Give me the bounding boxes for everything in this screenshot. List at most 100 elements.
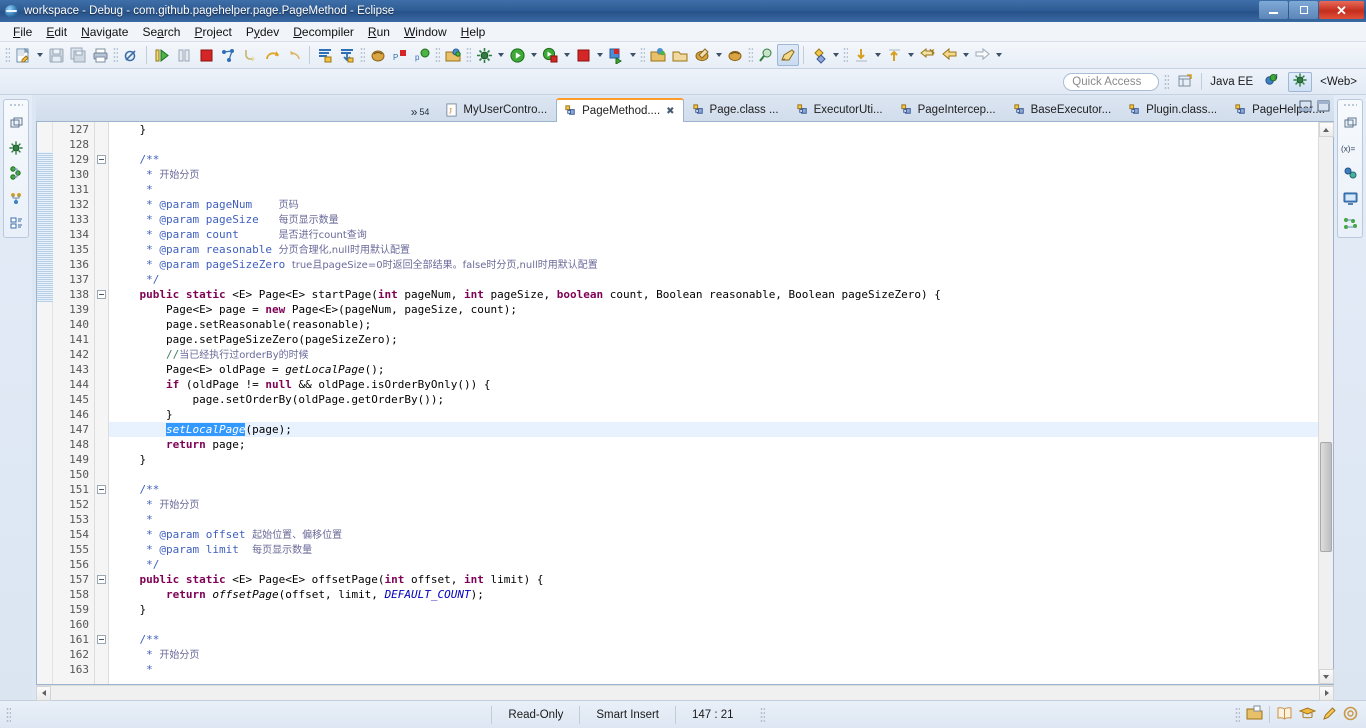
search-icon[interactable] — [755, 44, 777, 66]
forward-dropdown[interactable] — [993, 44, 1004, 66]
scroll-up-button[interactable] — [1318, 122, 1334, 137]
coverage-dropdown[interactable] — [627, 44, 638, 66]
quick-access-grip[interactable] — [1164, 73, 1170, 90]
folding-ruler[interactable] — [95, 122, 109, 684]
code-line[interactable]: public static <E> Page<E> offsetPage(int… — [109, 572, 1318, 587]
fold-collapse-icon[interactable] — [95, 152, 108, 167]
scroll-right-button[interactable] — [1319, 685, 1334, 701]
maximize-button[interactable] — [1289, 1, 1318, 19]
code-line[interactable]: * @param offset 起始位置、偏移位置 — [109, 527, 1318, 542]
code-line[interactable]: * 开始分页 — [109, 497, 1318, 512]
annotation-icon[interactable] — [808, 44, 830, 66]
menu-item-navigate[interactable]: Navigate — [74, 23, 135, 41]
editor-tab-3[interactable]: ExecutorUti... — [788, 98, 892, 121]
code-line[interactable]: * @param pageSizeZero true且pageSize=0时返回… — [109, 257, 1318, 272]
last-edit-icon[interactable] — [916, 44, 938, 66]
previous-annotation-icon[interactable] — [883, 44, 905, 66]
learn-icon[interactable] — [1298, 706, 1317, 724]
code-line[interactable] — [109, 467, 1318, 482]
code-line[interactable]: } — [109, 452, 1318, 467]
menu-item-search[interactable]: Search — [135, 23, 187, 41]
code-line[interactable]: /** — [109, 152, 1318, 167]
open-perspective-icon[interactable] — [1174, 71, 1196, 93]
toolbar-grip[interactable] — [5, 46, 10, 64]
fold-collapse-icon[interactable] — [95, 632, 108, 647]
previous-annotation-dropdown[interactable] — [905, 44, 916, 66]
code-line[interactable]: page.setPageSizeZero(pageSizeZero); — [109, 332, 1318, 347]
edit-icon[interactable] — [1322, 706, 1337, 724]
servers-view-icon[interactable] — [7, 189, 25, 207]
pin-editor-icon[interactable] — [777, 44, 799, 66]
new-class-icon[interactable] — [691, 44, 713, 66]
debug-view-icon[interactable] — [7, 139, 25, 157]
open-type-icon[interactable] — [442, 44, 464, 66]
debug-dropdown[interactable] — [561, 44, 572, 66]
run-icon[interactable] — [506, 44, 528, 66]
menu-item-help[interactable]: Help — [454, 23, 493, 41]
next-annotation-dropdown[interactable] — [872, 44, 883, 66]
toggle-breakpoint-icon[interactable] — [120, 44, 142, 66]
menu-item-edit[interactable]: Edit — [39, 23, 74, 41]
code-line[interactable]: if (oldPage != null && oldPage.isOrderBy… — [109, 377, 1318, 392]
expressions-view-icon[interactable] — [1341, 164, 1359, 182]
new-package-icon[interactable] — [669, 44, 691, 66]
marker-bar[interactable] — [37, 122, 53, 684]
progress-icon[interactable] — [1343, 706, 1358, 724]
minimize-button[interactable] — [1259, 1, 1288, 19]
fold-collapse-icon[interactable] — [95, 482, 108, 497]
editor-tab-6[interactable]: Plugin.class... — [1120, 98, 1226, 121]
disconnect-icon[interactable] — [217, 44, 239, 66]
code-line[interactable] — [109, 137, 1318, 152]
perspective-debug[interactable] — [1288, 71, 1313, 92]
toolbar-grip-2[interactable] — [113, 46, 118, 64]
new-java-project-icon[interactable] — [647, 44, 669, 66]
menu-item-window[interactable]: Window — [397, 23, 454, 41]
code-line[interactable]: * @param pageNum 页码 — [109, 197, 1318, 212]
coverage-icon[interactable] — [605, 44, 627, 66]
code-line[interactable]: * @param reasonable 分页合理化,null时用默认配置 — [109, 242, 1318, 257]
editor-tab-1[interactable]: PageMethod.... ✖ — [556, 98, 684, 122]
perspective-pydev[interactable]: J — [1261, 72, 1283, 92]
toolbar-grip-6[interactable] — [640, 46, 645, 64]
fold-collapse-icon[interactable] — [95, 572, 108, 587]
toolbar-grip-8[interactable] — [843, 46, 848, 64]
stop-dropdown[interactable] — [594, 44, 605, 66]
new-pydev-icon[interactable] — [724, 44, 746, 66]
pydev-package-icon[interactable]: P — [389, 44, 411, 66]
display-view-icon[interactable] — [1341, 189, 1359, 207]
horizontal-scrollbar[interactable] — [36, 685, 1334, 701]
code-line[interactable]: */ — [109, 272, 1318, 287]
code-line[interactable]: * @param pageSize 每页显示数量 — [109, 212, 1318, 227]
editor-tab-overflow[interactable]: » 54 — [411, 105, 438, 121]
next-annotation-icon[interactable] — [850, 44, 872, 66]
print-icon[interactable] — [89, 44, 111, 66]
toolbar-grip-7[interactable] — [748, 46, 753, 64]
code-line[interactable]: * @param count 是否进行count查询 — [109, 227, 1318, 242]
code-line[interactable]: * 开始分页 — [109, 167, 1318, 182]
outline-view-icon[interactable] — [7, 214, 25, 232]
code-line[interactable]: page.setOrderBy(oldPage.getOrderBy()); — [109, 392, 1318, 407]
menu-item-decompiler[interactable]: Decompiler — [286, 23, 361, 41]
terminate-icon[interactable] — [195, 44, 217, 66]
vertical-scrollbar[interactable] — [1318, 122, 1334, 684]
menu-item-pydev[interactable]: Pydev — [239, 23, 286, 41]
editor-tab-5[interactable]: BaseExecutor... — [1005, 98, 1121, 121]
perspective-web[interactable]: <Web> — [1317, 72, 1360, 92]
external-tools-icon[interactable] — [473, 44, 495, 66]
editor-tab-4[interactable]: PageIntercep... — [892, 98, 1005, 121]
new-class-dropdown[interactable] — [713, 44, 724, 66]
restore-view-icon[interactable] — [1341, 114, 1359, 132]
resume-icon[interactable] — [151, 44, 173, 66]
toolbar-grip-4[interactable] — [435, 46, 440, 64]
debug-pydev-icon[interactable] — [367, 44, 389, 66]
code-line[interactable]: return page; — [109, 437, 1318, 452]
code-line[interactable]: return offsetPage(offset, limit, DEFAULT… — [109, 587, 1318, 602]
stop-icon[interactable] — [572, 44, 594, 66]
editor-tab-0[interactable]: J MyUserContro... — [437, 98, 556, 121]
code-line[interactable]: * — [109, 512, 1318, 527]
code-line[interactable]: } — [109, 602, 1318, 617]
grip-dots-icon[interactable] — [9, 103, 23, 107]
drop-to-frame-icon[interactable] — [336, 44, 358, 66]
status-grip[interactable] — [6, 706, 11, 723]
restore-view-icon[interactable] — [7, 114, 25, 132]
